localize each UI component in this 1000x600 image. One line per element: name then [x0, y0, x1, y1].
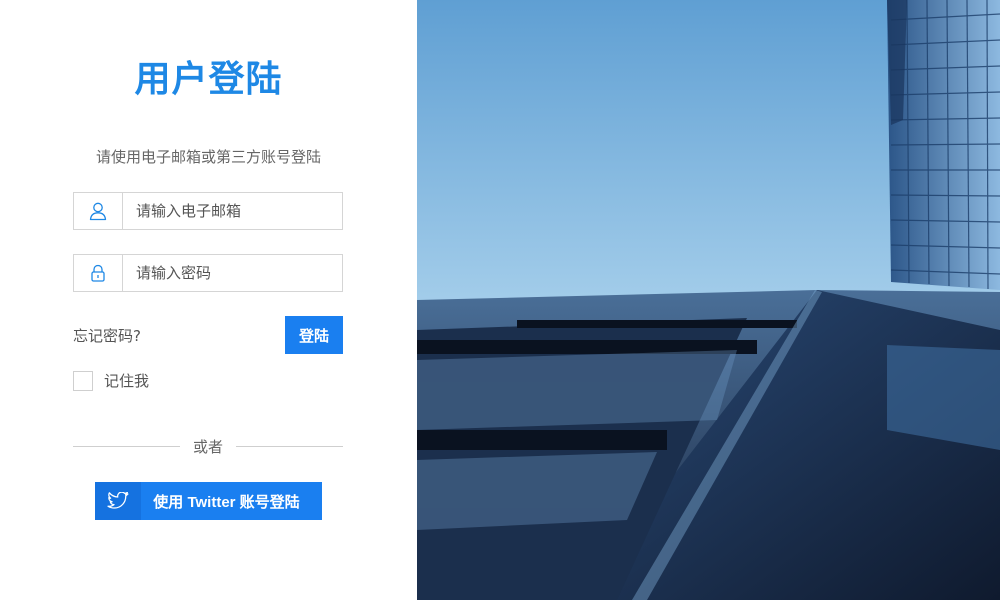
user-icon	[74, 193, 123, 229]
remember-checkbox[interactable]	[73, 370, 93, 391]
or-divider: 或者	[73, 436, 343, 456]
page-title: 用户登陆	[134, 59, 283, 100]
lock-icon	[74, 255, 123, 291]
login-panel: 用户登陆 请使用电子邮箱或第三方账号登陆 忘记密码? 登陆 记住我 或者	[0, 0, 417, 600]
remember-me[interactable]: 记住我	[73, 370, 149, 391]
remember-label: 记住我	[104, 372, 150, 390]
building-photo	[417, 0, 1000, 600]
twitter-icon	[95, 482, 141, 520]
login-subtitle: 请使用电子邮箱或第三方账号登陆	[95, 148, 321, 166]
login-button[interactable]: 登陆	[285, 316, 343, 354]
divider-line-right	[236, 446, 343, 447]
email-field-group	[73, 192, 343, 230]
password-field-group	[73, 254, 343, 292]
email-input[interactable]	[123, 193, 342, 229]
twitter-login-label: 使用 Twitter 账号登陆	[153, 493, 300, 511]
twitter-login-button[interactable]: 使用 Twitter 账号登陆	[95, 482, 322, 520]
hero-image	[417, 0, 1000, 600]
password-input[interactable]	[123, 255, 342, 291]
forgot-password-link[interactable]: 忘记密码?	[73, 325, 141, 346]
